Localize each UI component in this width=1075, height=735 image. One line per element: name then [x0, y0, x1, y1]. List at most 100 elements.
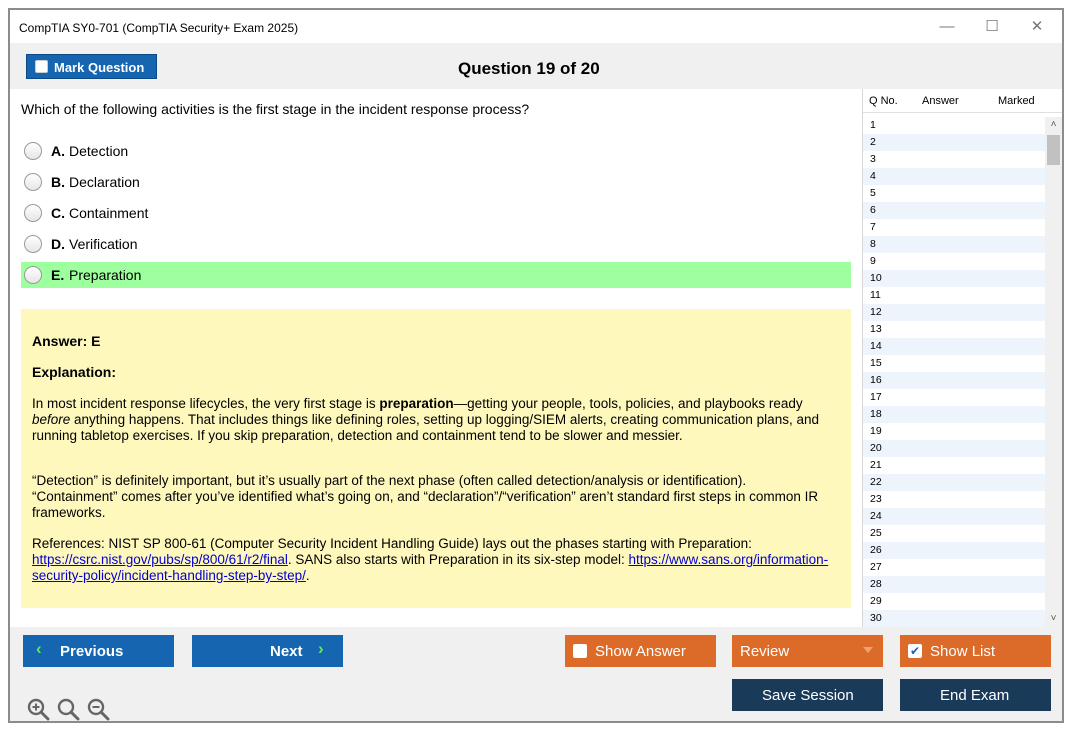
question-number-title: Question 19 of 20	[458, 59, 600, 78]
question-list-row[interactable]: 12	[863, 304, 1045, 321]
scroll-up-icon[interactable]: ˄	[1045, 117, 1062, 133]
question-text: Which of the following activities is the…	[21, 101, 530, 117]
question-list-row[interactable]: 7	[863, 219, 1045, 236]
question-list-row[interactable]: 29	[863, 593, 1045, 610]
review-dropdown[interactable]: Review	[732, 635, 883, 667]
zoom-in-icon[interactable]	[26, 697, 50, 721]
show-list-button[interactable]: ✔ Show List	[900, 635, 1051, 667]
previous-label: Previous	[60, 643, 124, 660]
option-d[interactable]: D. Verification	[21, 231, 851, 257]
next-label: Next	[270, 643, 303, 660]
emphasis-italic: before	[32, 412, 71, 427]
question-list-panel: Q No. Answer Marked 1 2 3 4 5 6 7 8 9 10 11 12 13 14 1…	[862, 89, 1062, 627]
question-list-header: Q No. Answer Marked	[863, 89, 1062, 113]
show-list-checkbox[interactable]: ✔	[908, 644, 922, 658]
question-list-rows: 1 2 3 4 5 6 7 8 9 10 11 12 13 14 15 16 17 18 19 20 21 22 23 24 2…	[863, 117, 1045, 627]
mark-question-button[interactable]: Mark Question	[26, 54, 157, 79]
emphasis-bold: preparation	[379, 396, 454, 411]
explanation-heading: Explanation:	[32, 364, 117, 380]
save-session-label: Save Session	[762, 687, 854, 704]
footer-toolbar: ‹ Previous Next › Show Answer Review ✔ S…	[10, 627, 1062, 721]
save-session-button[interactable]: Save Session	[732, 679, 883, 711]
explanation-paragraph-2: “Detection” is definitely important, but…	[32, 473, 819, 520]
question-list-row[interactable]: 22	[863, 474, 1045, 491]
question-list-row[interactable]: 23	[863, 491, 1045, 508]
question-list-row[interactable]: 16	[863, 372, 1045, 389]
question-list-row[interactable]: 26	[863, 542, 1045, 559]
question-list-row[interactable]: 4	[863, 168, 1045, 185]
question-list-row[interactable]: 11	[863, 287, 1045, 304]
show-answer-checkbox[interactable]	[573, 644, 587, 658]
option-key: E.	[51, 267, 65, 283]
explanation-paragraph-3: References: NIST SP 800-61 (Computer Sec…	[32, 536, 832, 584]
option-text: Declaration	[69, 174, 140, 190]
question-list-row[interactable]: 28	[863, 576, 1045, 593]
question-list-row[interactable]: 15	[863, 355, 1045, 372]
question-list-row[interactable]: 27	[863, 559, 1045, 576]
next-button[interactable]: Next ›	[192, 635, 343, 667]
question-list-row[interactable]: 25	[863, 525, 1045, 542]
question-list-row[interactable]: 5	[863, 185, 1045, 202]
app-window: CompTIA SY0-701 (CompTIA Security+ Exam …	[8, 8, 1064, 723]
option-e[interactable]: E. Preparation	[21, 262, 851, 288]
text-span: . SANS also starts with Preparation in i…	[287, 552, 629, 567]
scroll-down-icon[interactable]: ˅	[1045, 611, 1062, 627]
maximize-button[interactable]: ☐	[977, 16, 1007, 38]
question-list-row[interactable]: 1	[863, 117, 1045, 134]
option-e-radio[interactable]	[24, 266, 42, 284]
question-list-row[interactable]: 19	[863, 423, 1045, 440]
option-text: Verification	[69, 236, 138, 252]
column-header-qno[interactable]: Q No.	[869, 95, 898, 107]
option-d-radio[interactable]	[24, 235, 42, 253]
question-list-row[interactable]: 14	[863, 338, 1045, 355]
option-a[interactable]: A. Detection	[21, 138, 851, 164]
option-text: Preparation	[69, 267, 142, 283]
question-pane: Which of the following activities is the…	[10, 89, 862, 627]
option-text: Detection	[69, 143, 129, 159]
minimize-button[interactable]: —	[932, 16, 962, 38]
option-c-radio[interactable]	[24, 204, 42, 222]
question-header: Mark Question Question 19 of 20	[10, 43, 1062, 89]
text-span: .	[305, 568, 310, 583]
column-header-marked[interactable]: Marked	[998, 95, 1035, 107]
show-answer-label: Show Answer	[595, 643, 686, 660]
question-list-row[interactable]: 20	[863, 440, 1045, 457]
option-b[interactable]: B. Declaration	[21, 169, 851, 195]
option-key: A.	[51, 143, 65, 159]
question-list-row[interactable]: 2	[863, 134, 1045, 151]
previous-button[interactable]: ‹ Previous	[23, 635, 174, 667]
question-list-row[interactable]: 18	[863, 406, 1045, 423]
option-key: D.	[51, 236, 65, 252]
end-exam-button[interactable]: End Exam	[900, 679, 1051, 711]
column-header-answer[interactable]: Answer	[922, 95, 959, 107]
dropdown-arrow-icon	[863, 647, 873, 653]
question-list-row[interactable]: 6	[863, 202, 1045, 219]
question-list-row[interactable]: 17	[863, 389, 1045, 406]
question-list-row[interactable]: 24	[863, 508, 1045, 525]
answer-label: Answer: E	[32, 333, 101, 349]
question-list-row[interactable]: 8	[863, 236, 1045, 253]
question-list-scrollbar[interactable]: ˄ ˅	[1045, 117, 1062, 627]
text-span: —getting your people, tools, policies, a…	[453, 396, 803, 411]
zoom-reset-icon[interactable]	[56, 697, 80, 721]
chevron-left-icon: ‹	[36, 639, 42, 658]
nist-reference-link[interactable]: https://csrc.nist.gov/pubs/sp/800/61/r2/…	[32, 552, 288, 567]
question-list-row[interactable]: 21	[863, 457, 1045, 474]
option-key: C.	[51, 205, 65, 221]
show-answer-button[interactable]: Show Answer	[565, 635, 716, 667]
option-c[interactable]: C. Containment	[21, 200, 851, 226]
window-title: CompTIA SY0-701 (CompTIA Security+ Exam …	[19, 21, 299, 35]
question-list-row[interactable]: 13	[863, 321, 1045, 338]
title-bar: CompTIA SY0-701 (CompTIA Security+ Exam …	[10, 10, 1062, 43]
mark-checkbox[interactable]	[35, 60, 48, 73]
text-span: In most incident response lifecycles, th…	[32, 396, 380, 411]
option-a-radio[interactable]	[24, 142, 42, 160]
question-list-row[interactable]: 3	[863, 151, 1045, 168]
question-list-row[interactable]: 30	[863, 610, 1045, 627]
scroll-thumb[interactable]	[1047, 135, 1060, 165]
question-list-row[interactable]: 9	[863, 253, 1045, 270]
zoom-out-icon[interactable]	[86, 697, 110, 721]
question-list-row[interactable]: 10	[863, 270, 1045, 287]
close-button[interactable]: ✕	[1022, 16, 1052, 38]
option-b-radio[interactable]	[24, 173, 42, 191]
